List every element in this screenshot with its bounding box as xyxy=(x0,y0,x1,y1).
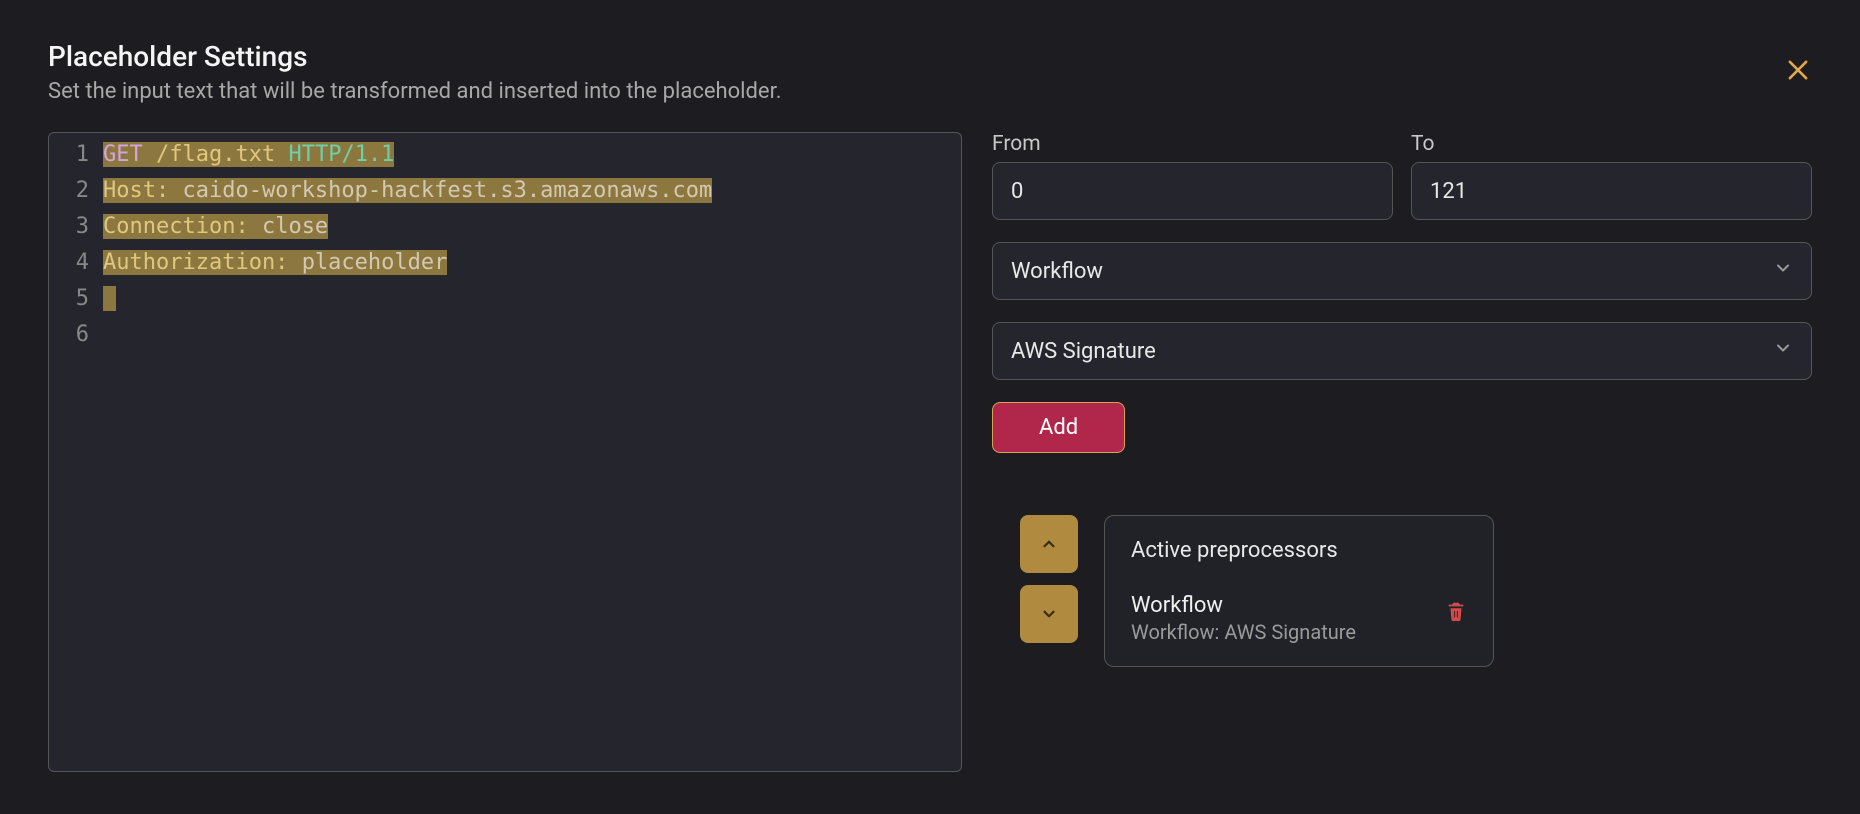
chevron-down-icon xyxy=(1773,258,1793,284)
active-preprocessors-title: Active preprocessors xyxy=(1131,538,1467,563)
code-line[interactable]: Connection: close xyxy=(103,209,961,245)
line-number: 3 xyxy=(49,209,89,245)
add-button[interactable]: Add xyxy=(992,402,1125,453)
from-input[interactable] xyxy=(992,162,1393,220)
code-line[interactable]: GET /flag.txt HTTP/1.1 xyxy=(103,137,961,173)
preprocessor-item-name: Workflow xyxy=(1131,593,1356,618)
move-down-button[interactable] xyxy=(1020,585,1078,643)
preprocessor-item[interactable]: WorkflowWorkflow: AWS Signature xyxy=(1131,593,1467,644)
from-label: From xyxy=(992,132,1393,156)
signature-select[interactable]: AWS Signature xyxy=(992,322,1812,380)
active-preprocessors-box: Active preprocessors WorkflowWorkflow: A… xyxy=(1104,515,1494,667)
move-up-button[interactable] xyxy=(1020,515,1078,573)
request-editor[interactable]: 123456 GET /flag.txt HTTP/1.1Host: caido-… xyxy=(48,132,962,772)
line-number: 1 xyxy=(49,137,89,173)
workflow-select-value: Workflow xyxy=(1011,259,1103,284)
chevron-down-icon xyxy=(1773,338,1793,364)
close-button[interactable] xyxy=(1784,56,1812,88)
placeholder-settings-dialog: Placeholder Settings Set the input text … xyxy=(0,0,1860,814)
dialog-subtitle: Set the input text that will be transfor… xyxy=(48,79,1812,104)
code-line[interactable]: Host: caido-workshop-hackfest.s3.amazona… xyxy=(103,173,961,209)
dialog-header: Placeholder Settings Set the input text … xyxy=(48,40,1812,104)
signature-select-value: AWS Signature xyxy=(1011,339,1156,364)
line-number: 5 xyxy=(49,281,89,317)
workflow-select[interactable]: Workflow xyxy=(992,242,1812,300)
line-number: 4 xyxy=(49,245,89,281)
trash-icon[interactable] xyxy=(1445,599,1467,627)
code-line[interactable] xyxy=(103,281,961,317)
line-number: 2 xyxy=(49,173,89,209)
to-input[interactable] xyxy=(1411,162,1812,220)
to-label: To xyxy=(1411,132,1812,156)
code-line[interactable] xyxy=(103,317,961,353)
code-line[interactable]: Authorization: placeholder xyxy=(103,245,961,281)
settings-panel: From To Workflow AWS Signature xyxy=(992,132,1812,772)
preprocessor-item-sub: Workflow: AWS Signature xyxy=(1131,620,1356,644)
dialog-title: Placeholder Settings xyxy=(48,40,1812,73)
line-number: 6 xyxy=(49,317,89,353)
